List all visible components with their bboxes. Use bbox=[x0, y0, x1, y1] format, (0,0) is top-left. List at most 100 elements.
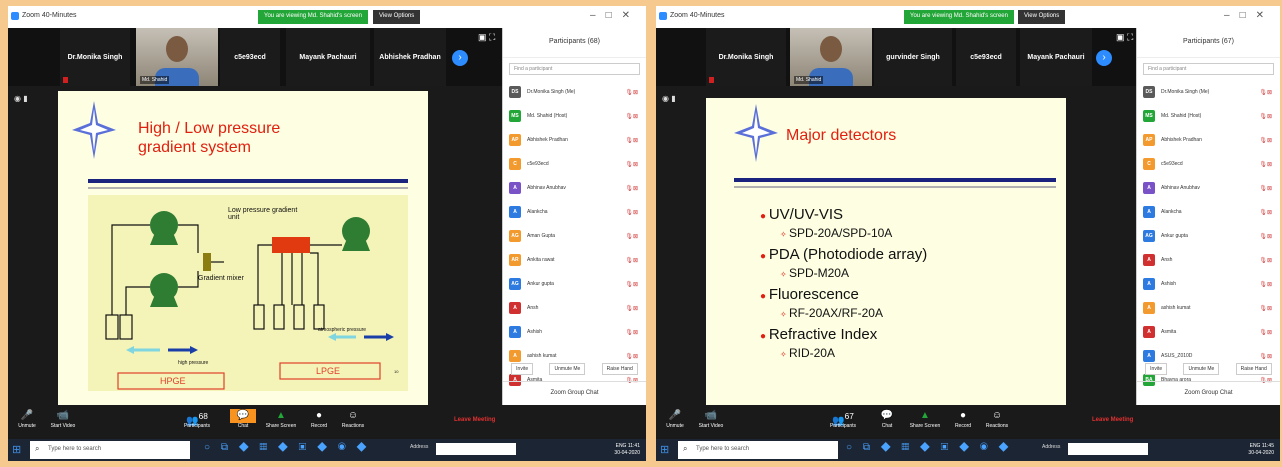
taskbar-search-input[interactable]: ⌕ Type here to search bbox=[30, 441, 190, 459]
participant-row[interactable]: A Ashish 🎙⊠ bbox=[503, 320, 646, 344]
video-tile[interactable]: gurvinder Singh bbox=[874, 28, 952, 86]
participant-search-input[interactable]: Find a participant bbox=[509, 63, 640, 75]
video-tile-active[interactable]: Md. Shahid bbox=[790, 28, 872, 86]
share-screen-button[interactable]: ▲ Share Screen bbox=[264, 409, 298, 429]
participant-row[interactable]: A Ansh 🎙⊠ bbox=[1137, 248, 1280, 272]
mic-muted-icon[interactable]: 🎙⊠ bbox=[625, 209, 638, 216]
mic-muted-icon[interactable]: 🎙⊠ bbox=[1259, 329, 1272, 336]
mic-muted-icon[interactable]: 🎙⊠ bbox=[1259, 137, 1272, 144]
windows-start-icon[interactable]: ⊞ bbox=[12, 444, 24, 456]
mic-muted-icon[interactable]: 🎙⊠ bbox=[625, 305, 638, 312]
participant-row[interactable]: A Asmita 🎙⊠ bbox=[1137, 320, 1280, 344]
next-page-icon[interactable]: › bbox=[1096, 50, 1112, 66]
windows-start-icon[interactable]: ⊞ bbox=[660, 444, 672, 456]
fullscreen-icon[interactable]: ▣ ⛶ bbox=[1116, 32, 1133, 43]
mic-muted-icon[interactable]: 🎙⊠ bbox=[625, 89, 638, 96]
start-video-button[interactable]: 📹 Start Video bbox=[694, 409, 728, 429]
next-page-icon[interactable]: › bbox=[452, 50, 468, 66]
mic-muted-icon[interactable]: 🎙⊠ bbox=[1259, 233, 1272, 240]
unmute-me-button[interactable]: Unmute Me bbox=[549, 363, 586, 375]
window-controls[interactable]: –□✕ bbox=[590, 10, 640, 21]
raise-hand-button[interactable]: Raise Hand bbox=[601, 363, 638, 375]
view-options-button[interactable]: View Options bbox=[373, 10, 421, 24]
mic-muted-icon[interactable]: 🎙⊠ bbox=[1259, 209, 1272, 216]
window-controls[interactable]: –□✕ bbox=[1224, 10, 1274, 21]
viewing-banner: You are viewing Md. Shahid's screen bbox=[258, 10, 368, 24]
participant-row[interactable]: AR Ankita rawat 🎙⊠ bbox=[503, 248, 646, 272]
mic-muted-icon[interactable]: 🎙⊠ bbox=[1259, 305, 1272, 312]
participant-row[interactable]: A Abhinav Anubhav 🎙⊠ bbox=[1137, 176, 1280, 200]
participant-row[interactable]: A Abhinav Anubhav 🎙⊠ bbox=[503, 176, 646, 200]
record-button[interactable]: ● Record bbox=[946, 409, 980, 429]
participant-row[interactable]: AP Abhishek Pradhan 🎙⊠ bbox=[1137, 128, 1280, 152]
unmute-me-button[interactable]: Unmute Me bbox=[1183, 363, 1220, 375]
share-screen-button[interactable]: ▲ Share Screen bbox=[908, 409, 942, 429]
video-tile[interactable]: Dr.Monika Singh bbox=[60, 28, 130, 86]
video-tile[interactable]: Mayank Pachauri bbox=[1020, 28, 1092, 86]
mic-muted-icon[interactable]: 🎙⊠ bbox=[1259, 281, 1272, 288]
mic-muted-icon[interactable]: 🎙⊠ bbox=[1259, 161, 1272, 168]
mic-muted-icon[interactable]: 🎙⊠ bbox=[625, 113, 638, 120]
view-options-button[interactable]: View Options bbox=[1018, 10, 1066, 24]
video-tile[interactable]: c5e93ecd bbox=[956, 28, 1016, 86]
participant-row[interactable]: AG Ankur gupta 🎙⊠ bbox=[503, 272, 646, 296]
participant-row[interactable]: Cc5e93ecd 🎙⊠ bbox=[1137, 152, 1280, 176]
fullscreen-icon[interactable]: ▣ ⛶ bbox=[478, 32, 495, 43]
video-tile[interactable]: Abhishek Pradhan bbox=[374, 28, 446, 86]
participant-row[interactable]: A Alankcha 🎙⊠ bbox=[503, 200, 646, 224]
leave-meeting-button[interactable]: Leave Meeting bbox=[454, 417, 495, 423]
raise-hand-button[interactable]: Raise Hand bbox=[1235, 363, 1272, 375]
mic-muted-icon[interactable]: 🎙⊠ bbox=[625, 185, 638, 192]
mic-muted-icon[interactable]: 🎙⊠ bbox=[1259, 353, 1272, 360]
unmute-button[interactable]: 🎤 Unmute bbox=[658, 409, 692, 429]
mic-muted-icon[interactable]: 🎙⊠ bbox=[625, 281, 638, 288]
participants-button[interactable]: 👥68 Participants bbox=[180, 409, 214, 429]
mic-muted-icon[interactable]: 🎙⊠ bbox=[1259, 113, 1272, 120]
address-input[interactable] bbox=[1068, 443, 1148, 455]
video-tile[interactable]: Dr.Monika Singh bbox=[706, 28, 786, 86]
participant-row[interactable]: A Ashish 🎙⊠ bbox=[1137, 272, 1280, 296]
video-tile[interactable]: c5e93ecd bbox=[220, 28, 280, 86]
participant-row[interactable]: A Ansh 🎙⊠ bbox=[503, 296, 646, 320]
taskbar-app-icons[interactable]: ○ ⧉ ◆ ▦ ◆ ▣ ◆ ◉ ◆ bbox=[846, 442, 1013, 453]
video-tile[interactable]: Mayank Pachauri bbox=[286, 28, 370, 86]
participant-row[interactable]: DS Dr.Monika Singh (Me) 🎙⊠ bbox=[1137, 80, 1280, 104]
participant-row[interactable]: Cc5e93ecd 🎙⊠ bbox=[503, 152, 646, 176]
unmute-button[interactable]: 🎤 Unmute bbox=[10, 409, 44, 429]
participant-row[interactable]: AG Ankur gupta 🎙⊠ bbox=[1137, 224, 1280, 248]
taskbar-app-icons[interactable]: ○ ⧉ ◆ ▦ ◆ ▣ ◆ ◉ ◆ bbox=[204, 442, 371, 453]
participant-row[interactable]: A Alankcha 🎙⊠ bbox=[1137, 200, 1280, 224]
reactions-button[interactable]: ☺ Reactions bbox=[336, 409, 370, 429]
record-button[interactable]: ● Record bbox=[302, 409, 336, 429]
leave-meeting-button[interactable]: Leave Meeting bbox=[1092, 417, 1133, 423]
participant-row[interactable]: AG Aman Gupta 🎙⊠ bbox=[503, 224, 646, 248]
mic-muted-icon[interactable]: 🎙⊠ bbox=[625, 329, 638, 336]
chat-button[interactable]: 💬 Chat bbox=[870, 409, 904, 429]
participant-search-input[interactable]: Find a participant bbox=[1143, 63, 1274, 75]
mic-muted-icon[interactable]: 🎙⊠ bbox=[625, 233, 638, 240]
taskbar-search-input[interactable]: ⌕ Type here to search bbox=[678, 441, 838, 459]
mic-muted-icon[interactable]: 🎙⊠ bbox=[1259, 185, 1272, 192]
mic-muted-icon[interactable]: 🎙⊠ bbox=[625, 137, 638, 144]
mic-muted-icon[interactable]: 🎙⊠ bbox=[1259, 257, 1272, 264]
mic-muted-icon[interactable]: 🎙⊠ bbox=[625, 353, 638, 360]
mic-muted-icon[interactable]: 🎙⊠ bbox=[625, 257, 638, 264]
video-tile-active[interactable]: Md. Shahid bbox=[136, 28, 218, 86]
chat-button[interactable]: 💬 Chat bbox=[226, 409, 260, 429]
group-chat-header[interactable]: Zoom Group Chat bbox=[503, 381, 646, 405]
start-video-button[interactable]: 📹 Start Video bbox=[46, 409, 80, 429]
participants-button[interactable]: 👥67 Participants bbox=[826, 409, 860, 429]
invite-button[interactable]: Invite bbox=[511, 363, 534, 375]
mic-muted-icon[interactable]: 🎙⊠ bbox=[1259, 89, 1272, 96]
address-input[interactable] bbox=[436, 443, 516, 455]
participant-row[interactable]: AP Abhishek Pradhan 🎙⊠ bbox=[503, 128, 646, 152]
participant-row[interactable]: MS Md. Shahid (Host) 🎙⊠ bbox=[503, 104, 646, 128]
reactions-button[interactable]: ☺ Reactions bbox=[980, 409, 1014, 429]
mic-muted-icon[interactable]: 🎙⊠ bbox=[625, 161, 638, 168]
invite-button[interactable]: Invite bbox=[1145, 363, 1168, 375]
group-chat-header[interactable]: Zoom Group Chat bbox=[1137, 381, 1280, 405]
sub-bullet-text: SPD-M20A bbox=[788, 266, 849, 280]
participant-row[interactable]: DS Dr.Monika Singh (Me) 🎙⊠ bbox=[503, 80, 646, 104]
participant-row[interactable]: Aashish kumat 🎙⊠ bbox=[1137, 296, 1280, 320]
participant-row[interactable]: MS Md. Shahid (Host) 🎙⊠ bbox=[1137, 104, 1280, 128]
